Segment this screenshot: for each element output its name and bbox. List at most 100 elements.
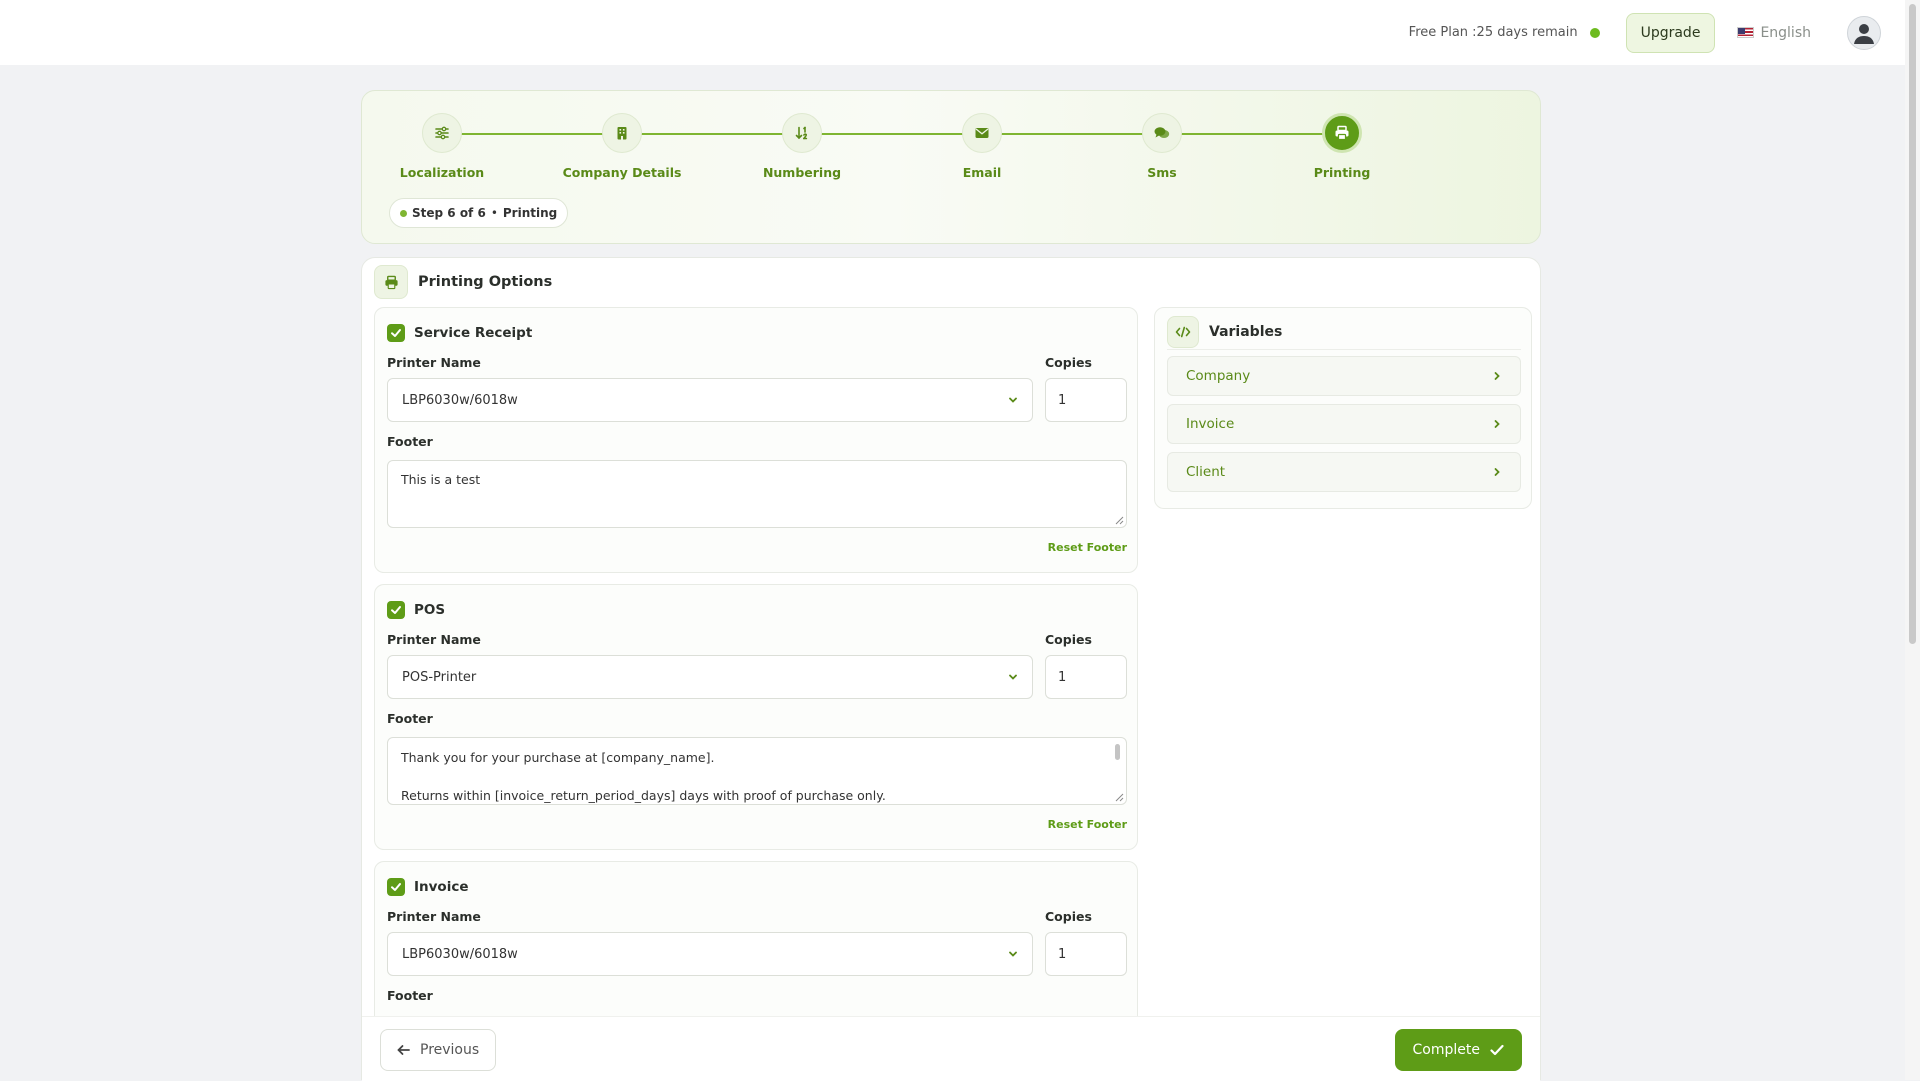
- enable-checkbox[interactable]: [387, 878, 405, 896]
- step-label: Sms: [1147, 165, 1177, 180]
- plan-status-dot: [1589, 27, 1600, 38]
- code-icon: [1167, 315, 1199, 348]
- copies-input[interactable]: 1: [1045, 655, 1127, 699]
- step-count-text: Step 6 of 6: [412, 206, 486, 220]
- printer-select[interactable]: POS-Printer: [387, 655, 1033, 699]
- page-scrollbar[interactable]: [1905, 0, 1920, 1080]
- user-icon: [1854, 23, 1874, 44]
- reset-footer-link[interactable]: Reset Footer: [1048, 541, 1127, 554]
- printer-select-value: POS-Printer: [402, 669, 477, 685]
- check-icon: [391, 606, 401, 614]
- textarea-scrollbar-thumb[interactable]: [1115, 744, 1120, 760]
- step-label: Company Details: [562, 165, 682, 180]
- step-email[interactable]: Email: [902, 113, 1062, 180]
- footer-textarea[interactable]: Thank you for your purchase at [company_…: [387, 737, 1127, 805]
- step-circle: [782, 113, 822, 153]
- check-icon: [391, 883, 401, 891]
- step-printing[interactable]: Printing: [1262, 113, 1422, 180]
- resize-handle-icon[interactable]: [1114, 792, 1124, 802]
- copies-value: 1: [1058, 946, 1067, 962]
- complete-label: Complete: [1412, 1042, 1480, 1058]
- us-flag-icon: [1737, 27, 1755, 38]
- step-circle: [962, 113, 1002, 153]
- wizard-actions-bar: Previous Complete: [362, 1016, 1540, 1081]
- printer-select[interactable]: LBP6030w/6018w: [387, 932, 1033, 976]
- printer-select-value: LBP6030w/6018w: [402, 946, 518, 962]
- variable-group-company[interactable]: Company: [1167, 356, 1521, 396]
- top-bar: Free Plan :25 days remain Upgrade Englis…: [0, 0, 1905, 65]
- section-header: Invoice: [387, 878, 469, 896]
- step-name-text: Printing: [502, 206, 558, 220]
- previous-label: Previous: [420, 1042, 480, 1058]
- footer-text-line: This is a test: [401, 472, 481, 487]
- check-icon: [391, 329, 401, 337]
- printer-icon: [1335, 125, 1349, 141]
- step-sms[interactable]: Sms: [1082, 113, 1242, 180]
- printer-icon: [374, 265, 408, 299]
- variable-group-label: Client: [1186, 464, 1226, 480]
- status-dot: [400, 209, 407, 217]
- page-title: Printing Options: [418, 274, 553, 290]
- copies-label: Copies: [1045, 909, 1092, 924]
- variable-group-client[interactable]: Client: [1167, 452, 1521, 492]
- step-circle-active: [1322, 113, 1362, 153]
- chevron-right-icon: [1494, 420, 1500, 428]
- step-label: Numbering: [762, 165, 842, 180]
- footer-text-line: Returns within [invoice_return_period_da…: [401, 788, 886, 804]
- section-title: POS: [414, 602, 446, 618]
- footer-textarea[interactable]: This is a test: [387, 460, 1127, 528]
- setup-stepper: Localization Company Details Numbering E…: [361, 90, 1541, 244]
- chevron-right-icon: [1494, 468, 1500, 476]
- footer-label: Footer: [387, 988, 433, 1003]
- section-header: Service Receipt: [387, 324, 532, 342]
- step-label: Printing: [1313, 165, 1371, 180]
- section-service-receipt: Service Receipt Printer Name Copies LBP6…: [374, 307, 1138, 573]
- stepper-track: Localization Company Details Numbering E…: [400, 113, 1370, 183]
- step-numbering[interactable]: Numbering: [722, 113, 882, 180]
- step-circle: [602, 113, 642, 153]
- chevron-down-icon: [1009, 951, 1017, 957]
- scrollbar-thumb[interactable]: [1909, 4, 1916, 644]
- previous-button[interactable]: Previous: [380, 1029, 497, 1071]
- section-pos: POS Printer Name Copies POS-Printer 1 Fo…: [374, 584, 1138, 850]
- sliders-icon: [435, 126, 449, 140]
- variable-group-invoice[interactable]: Invoice: [1167, 404, 1521, 444]
- enable-checkbox[interactable]: [387, 601, 405, 619]
- variables-header: Variables: [1167, 314, 1521, 350]
- user-avatar[interactable]: [1847, 15, 1881, 50]
- printer-select[interactable]: LBP6030w/6018w: [387, 378, 1033, 422]
- reset-footer-link[interactable]: Reset Footer: [1048, 818, 1127, 831]
- printer-name-label: Printer Name: [387, 632, 481, 647]
- plan-status-text: Free Plan :25 days remain: [1408, 25, 1578, 40]
- chevron-down-icon: [1009, 397, 1017, 403]
- section-title: Invoice: [414, 879, 469, 895]
- step-circle: [422, 113, 462, 153]
- complete-button[interactable]: Complete: [1394, 1029, 1522, 1071]
- step-circle: [1142, 113, 1182, 153]
- upgrade-button[interactable]: Upgrade: [1625, 12, 1716, 53]
- card-header: Printing Options: [374, 264, 552, 300]
- step-company-details[interactable]: Company Details: [542, 113, 702, 180]
- building-icon: [617, 127, 627, 140]
- enable-checkbox[interactable]: [387, 324, 405, 342]
- footer-text-line: Thank you for your purchase at [company_…: [401, 750, 715, 765]
- chevron-right-icon: [1494, 372, 1500, 380]
- variable-group-label: Invoice: [1186, 416, 1235, 432]
- copies-value: 1: [1058, 392, 1067, 408]
- resize-handle-icon[interactable]: [1114, 515, 1124, 525]
- section-title: Service Receipt: [414, 325, 533, 341]
- language-selector[interactable]: English: [1737, 25, 1811, 41]
- chevron-down-icon: [1009, 674, 1017, 680]
- copies-input[interactable]: 1: [1045, 378, 1127, 422]
- language-label: English: [1760, 24, 1811, 41]
- copies-input[interactable]: 1: [1045, 932, 1127, 976]
- arrow-left-icon: [397, 1045, 410, 1055]
- printer-name-label: Printer Name: [387, 355, 481, 370]
- step-localization[interactable]: Localization: [362, 113, 522, 180]
- footer-label: Footer: [387, 711, 433, 726]
- section-header: POS: [387, 601, 445, 619]
- printing-options-card: Printing Options Service Receipt Printer…: [361, 257, 1541, 1081]
- chat-bubbles-icon: [1154, 127, 1170, 138]
- copies-label: Copies: [1045, 632, 1092, 647]
